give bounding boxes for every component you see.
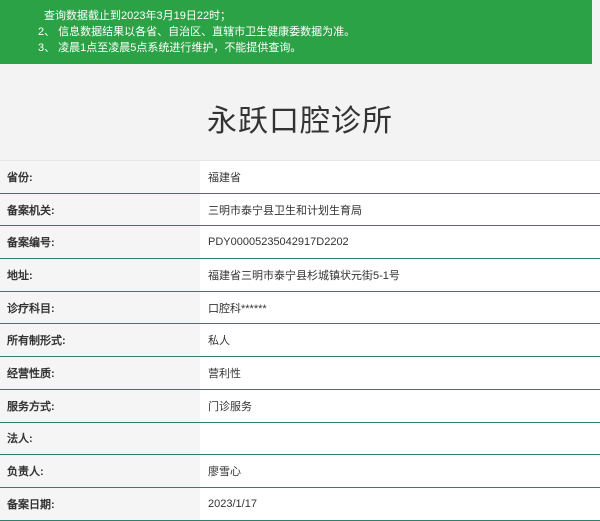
row-label: 负责人: <box>0 455 200 487</box>
table-row-service-mode: 服务方式: 门诊服务 <box>0 389 600 423</box>
row-label: 法人: <box>0 422 200 455</box>
table-row-record-number: 备案编号: PDY00005235042917D2202 <box>0 226 600 260</box>
info-table: 省份: 福建省 备案机关: 三明市泰宁县卫生和计划生育局 备案编号: PDY00… <box>0 160 600 521</box>
table-row-departments: 诊疗科目: 口腔科****** <box>0 291 600 325</box>
notice-line-1: 查询数据截止到2023年3月19日22时； <box>44 10 232 22</box>
table-row-business-nature: 经营性质: 营利性 <box>0 357 600 390</box>
row-value: 福建省 <box>200 161 600 193</box>
notice-line-3: 3、 凌晨1点至凌晨5点系统进行维护，不能提供查询。 <box>38 42 302 54</box>
table-row-authority: 备案机关: 三明市泰宁县卫生和计划生育局 <box>0 193 600 227</box>
notice-banner: 查询数据截止到2023年3月19日22时； 2、 信息数据结果以各省、自治区、直… <box>0 0 592 64</box>
row-value: 口腔科****** <box>200 291 600 324</box>
row-value <box>200 422 600 455</box>
table-row-record-date: 备案日期: 2023/1/17 <box>0 487 600 521</box>
table-row-legal-person: 法人: <box>0 422 600 456</box>
row-value: 三明市泰宁县卫生和计划生育局 <box>200 193 600 226</box>
row-label: 备案机关: <box>0 193 200 226</box>
row-label: 所有制形式: <box>0 324 200 357</box>
row-value: PDY00005235042917D2202 <box>200 226 600 259</box>
row-value: 2023/1/17 <box>200 487 600 520</box>
row-label: 诊疗科目: <box>0 291 200 324</box>
row-value: 门诊服务 <box>200 389 600 422</box>
row-label: 备案编号: <box>0 226 200 259</box>
row-value: 私人 <box>200 324 600 357</box>
page-title: 永跃口腔诊所 <box>207 104 393 139</box>
table-row-address: 地址: 福建省三明市泰宁县杉城镇状元街5-1号 <box>0 259 600 292</box>
row-label: 地址: <box>0 259 200 291</box>
row-label: 省份: <box>0 161 200 193</box>
row-label: 服务方式: <box>0 389 200 422</box>
table-row-ownership: 所有制形式: 私人 <box>0 324 600 358</box>
row-value: 福建省三明市泰宁县杉城镇状元街5-1号 <box>200 259 600 291</box>
row-label: 备案日期: <box>0 487 200 520</box>
row-value: 廖雪心 <box>200 455 600 487</box>
row-value: 营利性 <box>200 357 600 389</box>
table-row-province: 省份: 福建省 <box>0 161 600 194</box>
row-label: 经营性质: <box>0 357 200 389</box>
notice-line-2: 2、 信息数据结果以各省、自治区、直辖市卫生健康委数据为准。 <box>38 26 356 38</box>
table-row-person-in-charge: 负责人: 廖雪心 <box>0 455 600 488</box>
